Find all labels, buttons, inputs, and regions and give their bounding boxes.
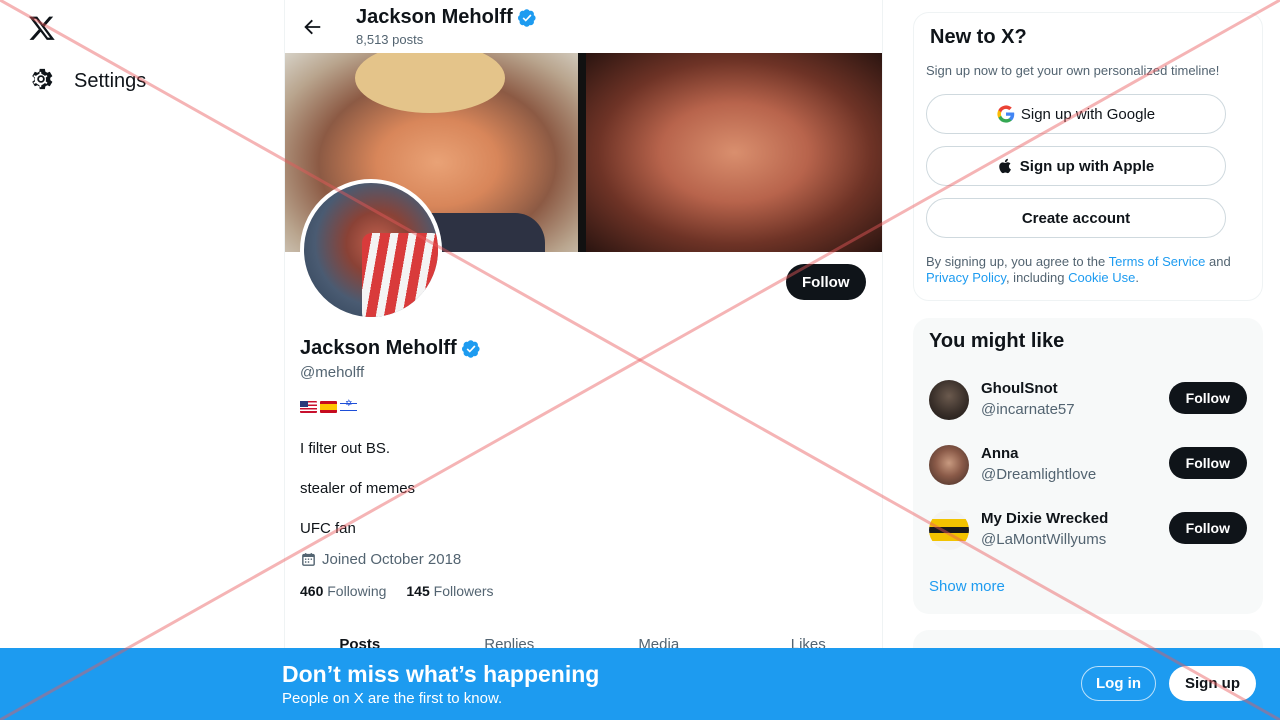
bio-line: stealer of memes [300,480,416,497]
spain-flag-icon [320,401,337,413]
following-label: Following [327,583,387,599]
follow-button[interactable]: Follow [1168,382,1247,414]
left-nav: Settings [0,0,284,720]
prompt-subtitle: People on X are the first to know. [282,690,503,707]
cookie-use-link[interactable]: Cookie Use [1068,270,1135,285]
new-to-x-subtitle: Sign up now to get your own personalized… [926,63,1220,78]
profile-column: Jackson Meholff 8,513 posts Follow Jacks… [284,0,883,720]
avatar[interactable] [929,510,969,550]
google-icon [997,105,1015,123]
header-name: Jackson Meholff [356,6,537,29]
terms-text: , including [1005,270,1069,285]
suggested-user-handle: @Dreamlightlove [981,466,1097,483]
new-to-x-card: New to X? Sign up now to get your own pe… [913,12,1263,301]
follow-stats: 460 Following 145 Followers [300,583,494,599]
suggested-user[interactable]: GhoulSnot @incarnate57 Follow [929,380,1247,424]
prompt-title: Don’t miss what’s happening [282,661,600,687]
header-post-count: 8,513 posts [356,32,424,47]
privacy-policy-link[interactable]: Privacy Policy [926,270,1006,285]
new-to-x-title: New to X? [930,26,1027,48]
gear-icon [28,66,54,97]
suggested-user-handle: @incarnate57 [981,401,1075,418]
suggested-user[interactable]: My Dixie Wrecked @LaMontWillyums Follow [929,510,1247,554]
followers-link[interactable]: 145 Followers [406,583,493,599]
followers-count: 145 [406,583,430,599]
avatar[interactable] [929,445,969,485]
suggested-user[interactable]: Anna @Dreamlightlove Follow [929,445,1247,489]
follow-button[interactable]: Follow [1168,512,1247,544]
profile-handle: @meholff [300,364,365,381]
suggested-user-handle: @LaMontWillyums [981,531,1107,548]
profile-name: Jackson Meholff [300,337,481,360]
x-logo-icon[interactable] [28,14,56,42]
us-flag-icon [300,401,317,413]
verified-badge-icon [517,8,536,27]
following-count: 460 [300,583,324,599]
followers-label: Followers [433,583,494,599]
banner-image-right [586,53,882,252]
back-button[interactable] [299,14,325,40]
signup-google-button[interactable]: Sign up with Google [926,94,1226,134]
apple-icon [999,158,1011,174]
signup-google-label: Sign up with Google [1020,105,1156,123]
suggested-user-name[interactable]: Anna [981,445,1019,462]
show-more-link[interactable]: Show more [929,578,1005,595]
nav-settings[interactable]: Settings [28,66,146,97]
suggested-user-name[interactable]: GhoulSnot [981,380,1058,397]
signup-apple-label: Sign up with Apple [1019,157,1155,175]
signup-terms: By signing up, you agree to the Terms of… [926,254,1256,286]
profile-avatar[interactable] [300,179,442,321]
terms-text: and [1205,254,1231,269]
israel-flag-icon [340,398,357,413]
profile-flags [300,398,357,413]
you-might-like-card: You might like GhoulSnot @incarnate57 Fo… [913,318,1263,614]
create-account-button[interactable]: Create account [926,198,1226,238]
you-might-like-title: You might like [929,330,1065,352]
terms-text: By signing up, you agree to the [926,254,1109,269]
terms-of-service-link[interactable]: Terms of Service [1109,254,1206,269]
joined-date: Joined October 2018 [300,551,461,568]
suggested-user-name[interactable]: My Dixie Wrecked [981,510,1108,527]
signup-prompt-bar: Don’t miss what’s happening People on X … [0,648,1280,720]
profile-header-bar: Jackson Meholff 8,513 posts [285,0,882,53]
calendar-icon [302,553,315,566]
signup-button[interactable]: Sign up [1169,666,1256,701]
bio-line: I filter out BS. [300,440,391,457]
bio-line: UFC fan [300,520,356,537]
follow-button[interactable]: Follow [1168,447,1247,479]
avatar[interactable] [929,380,969,420]
settings-label: Settings [74,70,147,92]
following-link[interactable]: 460 Following [300,583,386,599]
signup-apple-button[interactable]: Sign up with Apple [926,146,1226,186]
terms-text: . [1135,270,1139,285]
login-button[interactable]: Log in [1081,666,1156,701]
verified-badge-icon[interactable] [461,339,481,359]
header-name-text: Jackson Meholff [356,6,513,28]
follow-button[interactable]: Follow [786,264,866,300]
profile-name-text: Jackson Meholff [300,337,457,359]
arrow-left-icon [304,19,321,35]
joined-text: Joined October 2018 [322,551,462,568]
